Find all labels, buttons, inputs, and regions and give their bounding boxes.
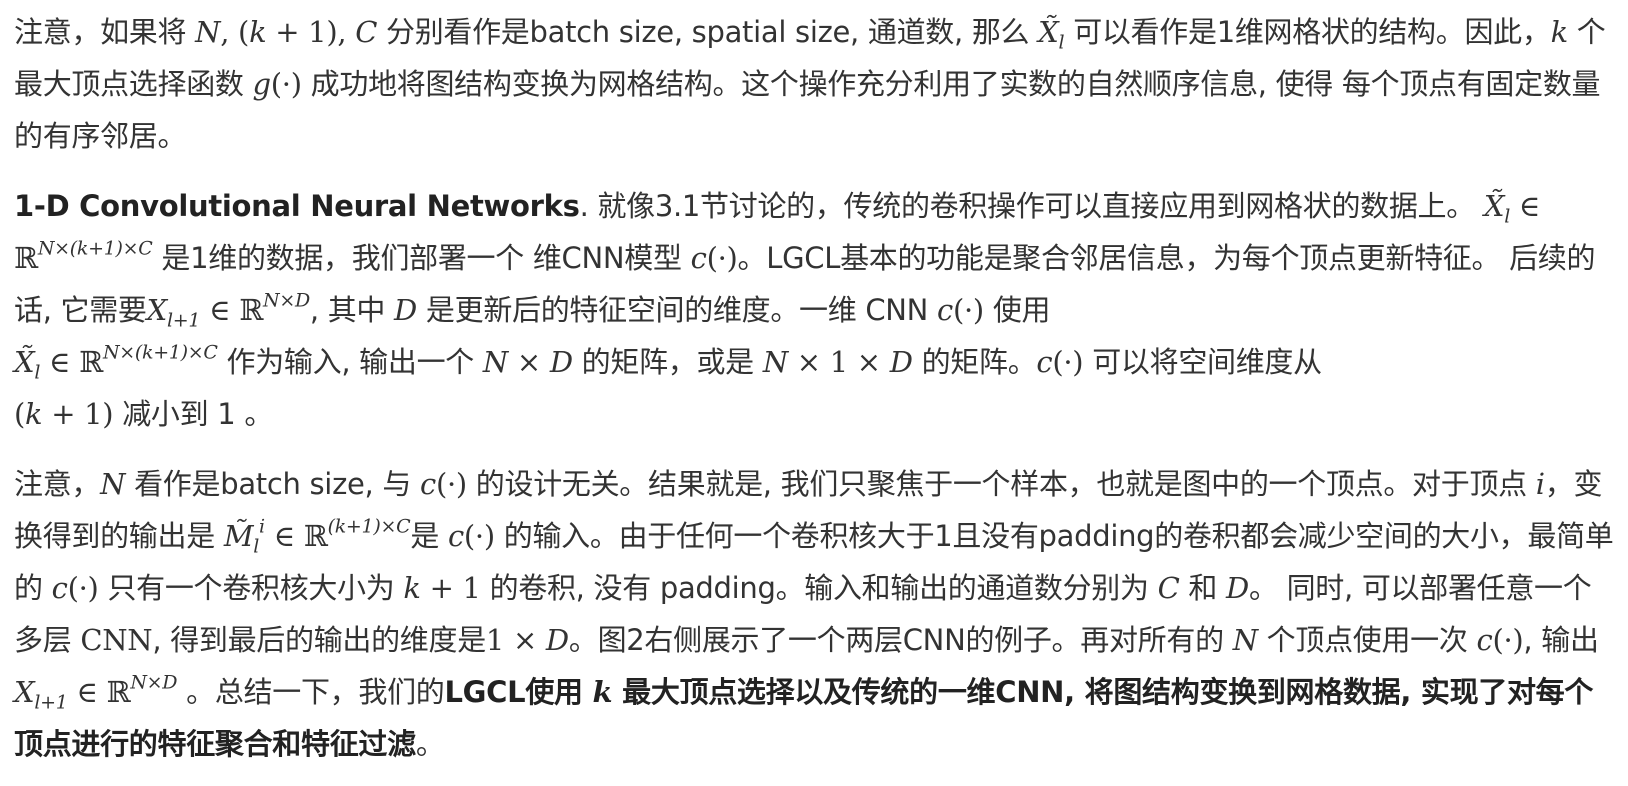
text-run: LGCL使用 [444, 675, 593, 709]
text-run: 注意， [14, 467, 101, 501]
math-run: ∈ ℝ [67, 675, 131, 709]
math-run: c [1036, 345, 1053, 379]
math-run: N [195, 15, 221, 49]
math-run: N [482, 345, 508, 379]
math-run: c [419, 467, 436, 501]
math-run: ∈ ℝ [40, 345, 103, 379]
math-run: C [1157, 571, 1180, 605]
text-run: 的矩阵。 [912, 345, 1037, 379]
text-run: 使用 [983, 293, 1051, 327]
document-body: 注意，如果将 N, (k + 1), C 分别看作是batch size, sp… [0, 0, 1628, 786]
math-run: l [253, 535, 260, 558]
text-run: 的设计无关。结果就是, 我们只聚焦于一个样本，也就是图中的一个顶点。对于顶点 [466, 467, 1536, 501]
text-run: 只有一个卷积核大小为 [98, 571, 404, 605]
math-run: C [355, 15, 378, 49]
math-run: ( [14, 397, 26, 431]
math-run: + 1 [420, 571, 481, 605]
math-run: k [249, 15, 267, 49]
math-run: l+1 [34, 691, 68, 714]
math-run: c [1476, 623, 1493, 657]
paragraph: 1-D Convolutional Neural Networks. 就像3.1… [14, 180, 1614, 440]
text-run: 。 [415, 727, 445, 761]
math-run: , ( [220, 15, 250, 49]
text-run: . 就像3.1节讨论的，传统的卷积操作可以直接应用到网格状的数据上。 [579, 189, 1484, 223]
math-run: (·) [952, 293, 984, 327]
math-run: (·) [1052, 345, 1084, 379]
math-run: k [403, 571, 421, 605]
math-run: + 1) [42, 397, 114, 431]
math-run: (·) [270, 67, 302, 101]
math-run: (·) [435, 467, 467, 501]
math-run: CNN [80, 623, 153, 657]
text-run: 作为输入, 输出一个 [217, 345, 483, 379]
text-run: 的卷积, 没有 padding。输入和输出的通道数分别为 [480, 571, 1158, 605]
math-run: X̃ [1038, 15, 1059, 49]
math-run: ∈ ℝ [200, 293, 263, 327]
math-run: c [937, 293, 953, 327]
math-run: (·) [463, 519, 495, 553]
paragraph: 注意，N 看作是batch size, 与 c(·) 的设计无关。结果就是, 我… [14, 458, 1614, 770]
math-run: M̃ [223, 519, 254, 553]
math-run: D [545, 623, 569, 657]
math-run: N×(k+1)×C [37, 237, 153, 260]
math-run: N×(k+1)×C [102, 341, 218, 364]
math-run: + 1), [266, 15, 356, 49]
math-run: (·) [1492, 623, 1524, 657]
math-run: l+1 [167, 309, 201, 332]
math-run: N×D [263, 289, 310, 312]
text-run: 注意，如果将 [14, 15, 196, 49]
text-run: , 其中 [309, 293, 395, 327]
math-run: X [146, 293, 168, 327]
math-run: 1 × [485, 623, 546, 657]
math-run: D [889, 345, 913, 379]
math-run: N [100, 467, 126, 501]
math-run: D [549, 345, 573, 379]
text-run: 和 [1179, 571, 1227, 605]
math-run: X̃ [1483, 189, 1505, 223]
math-run: i [1535, 467, 1545, 501]
text-run: , 得到最后的输出的维度是 [152, 623, 486, 657]
text-run: 可以将空间维度从 [1083, 345, 1322, 379]
math-run: k [592, 675, 613, 709]
text-run: 1-D Convolutional Neural Networks [14, 189, 580, 223]
text-run: 减小到 1 。 [113, 397, 274, 431]
text-run: 看作是batch size, 与 [125, 467, 420, 501]
math-run: (·) [706, 241, 738, 275]
math-run: ∈ ℝ [264, 519, 328, 553]
math-run: c [51, 571, 68, 605]
math-run: k [25, 397, 43, 431]
text-run: , 输出 [1523, 623, 1599, 657]
math-run: (k+1)×C [327, 515, 411, 538]
math-run: D [394, 293, 417, 327]
math-run: X̃ [14, 345, 35, 379]
math-run: (·) [67, 571, 99, 605]
math-run: × 1 × [787, 345, 890, 379]
text-run: 。图2右侧展示了一个两层CNN的例子。再对所有的 [568, 623, 1233, 657]
math-run: N [1232, 623, 1258, 657]
text-run: 个顶点使用一次 [1257, 623, 1477, 657]
text-run: 分别看作是batch size, spatial size, 通道数, 那么 [377, 15, 1039, 49]
text-run: 是1维的数据，我们部署一个 维CNN模型 [152, 241, 691, 275]
math-run: × [507, 345, 550, 379]
text-run: 是 [410, 519, 448, 553]
math-run: c [447, 519, 464, 553]
math-run: X [14, 675, 35, 709]
text-run: 是更新后的特征空间的维度。一维 CNN [417, 293, 937, 327]
math-run: D [1226, 571, 1249, 605]
math-run: g [252, 67, 272, 101]
math-run: N×D [130, 671, 178, 694]
text-run: 。总结一下，我们的 [177, 675, 445, 709]
text-run: 的矩阵，或是 [572, 345, 763, 379]
math-run: c [690, 241, 707, 275]
paragraph: 注意，如果将 N, (k + 1), C 分别看作是batch size, sp… [14, 6, 1614, 162]
math-run: k [1550, 15, 1569, 49]
text-run: 可以看作是1维网格状的结构。因此， [1064, 15, 1551, 49]
math-run: N [762, 345, 788, 379]
